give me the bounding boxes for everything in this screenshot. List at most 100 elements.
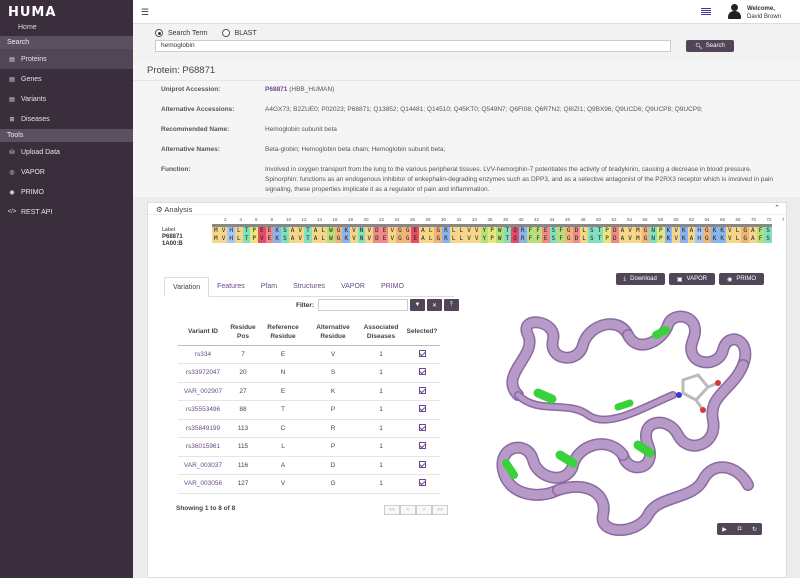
selected-checkbox[interactable] bbox=[418, 442, 426, 450]
residue[interactable]: K bbox=[679, 227, 688, 235]
residue[interactable]: L bbox=[733, 227, 742, 235]
residue[interactable]: V bbox=[219, 227, 228, 235]
column-header[interactable]: Associated Diseases bbox=[358, 319, 404, 346]
residue[interactable]: T bbox=[304, 235, 312, 243]
residue[interactable]: F bbox=[557, 235, 565, 243]
residue[interactable]: A bbox=[687, 227, 696, 235]
residue[interactable]: E bbox=[380, 235, 389, 243]
residue[interactable]: E bbox=[265, 227, 274, 235]
residue[interactable]: D bbox=[572, 235, 581, 243]
table-row[interactable]: rs35849199 113 C R 1 bbox=[178, 419, 440, 438]
residue[interactable]: K bbox=[273, 227, 282, 235]
residue[interactable]: L bbox=[457, 227, 466, 235]
residue[interactable]: V bbox=[365, 235, 374, 243]
residue[interactable]: G bbox=[396, 227, 404, 235]
residue[interactable]: F bbox=[756, 235, 765, 243]
residue[interactable]: V bbox=[219, 235, 228, 243]
residue[interactable]: M bbox=[212, 227, 220, 235]
residue[interactable]: P bbox=[603, 235, 611, 243]
residue[interactable]: W bbox=[495, 235, 504, 243]
residue[interactable]: A bbox=[687, 235, 696, 243]
residue[interactable]: T bbox=[595, 235, 604, 243]
residue[interactable]: V bbox=[726, 227, 734, 235]
residue[interactable]: L bbox=[426, 235, 435, 243]
residue[interactable]: Q bbox=[511, 235, 519, 243]
residue[interactable]: S bbox=[587, 235, 596, 243]
residue[interactable]: L bbox=[449, 227, 458, 235]
next-page-button[interactable]: > bbox=[416, 505, 432, 515]
residue[interactable]: K bbox=[342, 235, 351, 243]
residue[interactable]: A bbox=[288, 227, 297, 235]
refresh-icon[interactable]: ↻ bbox=[747, 523, 762, 535]
residue[interactable]: A bbox=[419, 235, 427, 243]
menu-toggle-icon[interactable]: ☰ bbox=[141, 7, 149, 18]
residue[interactable]: V bbox=[296, 235, 305, 243]
residue[interactable]: S bbox=[764, 227, 773, 235]
search-button[interactable]: 🔍︎ Search bbox=[686, 40, 734, 52]
flag-icon[interactable] bbox=[701, 8, 711, 15]
residue[interactable]: P bbox=[488, 235, 496, 243]
tab-vapor[interactable]: VAPOR bbox=[333, 277, 373, 296]
vapor-button[interactable]: ▣ VAPOR bbox=[668, 273, 716, 285]
sidebar-item-home[interactable]: Home bbox=[0, 24, 133, 36]
residue[interactable]: P bbox=[250, 235, 259, 243]
residue[interactable]: Y bbox=[480, 227, 489, 235]
column-header[interactable]: Alternative Residue bbox=[308, 319, 358, 346]
residue[interactable]: L bbox=[733, 235, 742, 243]
column-header[interactable]: Reference Residue bbox=[258, 319, 308, 346]
filter-icon[interactable]: ▼ bbox=[410, 299, 425, 311]
residue[interactable]: F bbox=[534, 235, 542, 243]
primo-button[interactable]: ◉ PRIMO bbox=[719, 273, 764, 285]
welcome-text[interactable]: Welcome, David Brown bbox=[747, 5, 781, 21]
residue[interactable]: K bbox=[718, 235, 727, 243]
sidebar-item-variants[interactable]: ▤ Variants bbox=[0, 89, 133, 109]
residue[interactable]: G bbox=[741, 227, 750, 235]
residue[interactable]: K bbox=[664, 235, 673, 243]
residue[interactable]: V bbox=[472, 227, 481, 235]
table-row[interactable]: VAR_003056 127 V G 1 bbox=[178, 474, 440, 494]
residue[interactable]: E bbox=[541, 235, 550, 243]
residue[interactable]: A bbox=[618, 235, 627, 243]
residue[interactable]: V bbox=[350, 227, 358, 235]
residue[interactable]: M bbox=[212, 235, 220, 243]
residue[interactable]: V bbox=[726, 235, 734, 243]
residue[interactable]: T bbox=[595, 227, 604, 235]
residue[interactable]: L bbox=[580, 227, 588, 235]
residue[interactable]: V bbox=[472, 235, 481, 243]
protein-3d-viewer[interactable]: ▶ ◘ ↻ bbox=[478, 295, 774, 543]
selected-checkbox[interactable] bbox=[418, 460, 426, 468]
residue[interactable]: E bbox=[380, 227, 389, 235]
residue[interactable]: H bbox=[695, 227, 703, 235]
variant-id-link[interactable]: VAR_003056 bbox=[178, 474, 228, 494]
radio-search-term[interactable]: Search Term bbox=[155, 29, 208, 37]
residue[interactable]: L bbox=[449, 235, 458, 243]
sidebar-item-proteins[interactable]: ▤ Proteins bbox=[0, 49, 133, 69]
last-page-button[interactable]: >> bbox=[432, 505, 448, 515]
residue[interactable]: V bbox=[350, 235, 358, 243]
residue[interactable]: W bbox=[327, 235, 335, 243]
residue[interactable]: V bbox=[388, 227, 397, 235]
residue[interactable]: E bbox=[411, 235, 420, 243]
residue[interactable]: G bbox=[741, 235, 750, 243]
avatar[interactable] bbox=[727, 4, 741, 19]
residue[interactable]: A bbox=[749, 227, 757, 235]
download-button[interactable]: ⤓ Download bbox=[615, 273, 665, 285]
residue[interactable]: G bbox=[564, 235, 573, 243]
residue[interactable]: T bbox=[242, 235, 251, 243]
residue[interactable]: V bbox=[465, 227, 473, 235]
residue[interactable]: V bbox=[626, 227, 634, 235]
variant-id-link[interactable]: rs33972047 bbox=[178, 363, 228, 383]
selected-checkbox[interactable] bbox=[418, 368, 426, 376]
column-header[interactable]: Residue Pos bbox=[228, 319, 258, 346]
sidebar-item-vapor[interactable]: ◎ VAPOR bbox=[0, 162, 133, 182]
variant-id-link[interactable]: VAR_002907 bbox=[178, 382, 228, 401]
residue[interactable]: L bbox=[319, 235, 328, 243]
residue[interactable]: E bbox=[265, 235, 274, 243]
clear-icon[interactable]: ✕ bbox=[427, 299, 442, 311]
residue[interactable]: K bbox=[664, 227, 673, 235]
residue[interactable]: G bbox=[403, 235, 412, 243]
first-page-button[interactable]: << bbox=[384, 505, 400, 515]
residue[interactable]: L bbox=[580, 235, 588, 243]
residue[interactable]: P bbox=[603, 227, 611, 235]
residue[interactable]: F bbox=[534, 227, 542, 235]
